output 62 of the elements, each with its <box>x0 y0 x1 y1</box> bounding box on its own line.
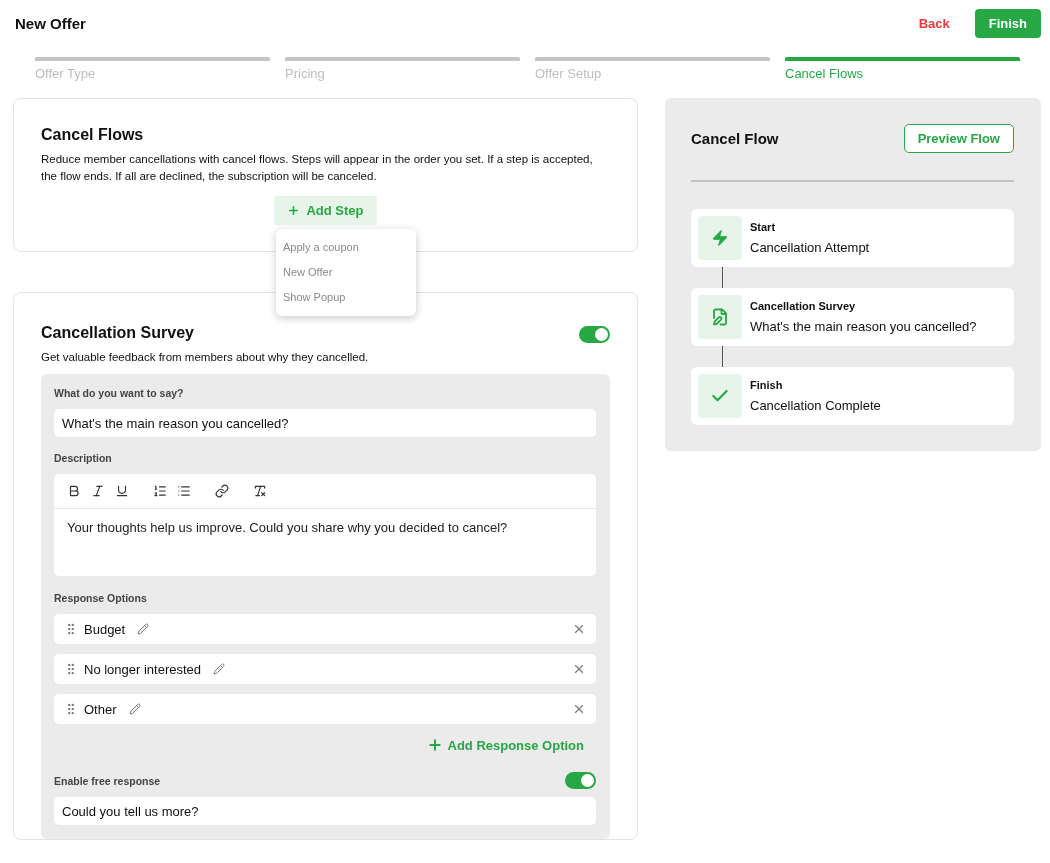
step-text: Cancellation Complete <box>750 398 881 413</box>
menu-item[interactable]: Show Popup <box>276 285 416 310</box>
flow-step-card[interactable]: Finish Cancellation Complete <box>691 367 1014 425</box>
response-option[interactable]: Other <box>54 694 596 724</box>
connector-line <box>722 346 723 367</box>
back-button[interactable]: Back <box>918 16 950 31</box>
progress-step[interactable]: Cancel Flows <box>785 57 1020 81</box>
section-description: Get valuable feedback from members about why they cancelled. <box>41 350 370 365</box>
progress-step[interactable]: Pricing <box>285 57 520 81</box>
step-text: What's the main reason you cancelled? <box>750 319 977 334</box>
pencil-icon[interactable] <box>213 663 226 675</box>
input-field[interactable]: Could you tell us more? <box>54 797 596 825</box>
menu-item[interactable]: Apply a coupon <box>276 235 416 260</box>
step-text: Cancellation Attempt <box>750 240 870 255</box>
editor-text: Your thoughts help us improve. Could you share why you decided to cancel? <box>66 519 509 537</box>
flow-step-card[interactable]: Start Cancellation Attempt <box>691 209 1014 267</box>
bullet-list-icon[interactable] <box>177 484 191 498</box>
section-title: Cancellation Survey <box>41 324 194 342</box>
field-label: Response Options <box>54 592 148 604</box>
pencil-icon[interactable] <box>128 703 141 715</box>
bold-icon[interactable] <box>67 484 81 498</box>
menu-item[interactable]: New Offer <box>276 260 416 285</box>
close-icon[interactable] <box>572 622 586 636</box>
plus-icon <box>287 204 301 217</box>
toggle-switch[interactable] <box>579 326 610 343</box>
field-label: What do you want to say? <box>54 387 185 399</box>
panel-title: Cancel Flow <box>691 130 779 147</box>
add-step-button[interactable]: Add Step <box>274 196 377 225</box>
field-label: Enable free response <box>54 774 161 787</box>
italic-icon[interactable] <box>91 484 105 498</box>
underline-icon[interactable] <box>115 484 129 498</box>
progress-step[interactable]: Offer Type <box>35 57 270 81</box>
option-text: Other <box>84 701 117 717</box>
numbered-list-icon[interactable] <box>153 484 167 498</box>
input-field[interactable]: What's the main reason you cancelled? <box>54 409 596 437</box>
clear-format-icon[interactable] <box>253 484 267 498</box>
option-text: No longer interested <box>84 661 202 677</box>
close-icon[interactable] <box>572 662 586 676</box>
option-text: Budget <box>84 621 126 637</box>
step-title: Finish <box>750 379 784 391</box>
step-title: Start <box>750 221 777 233</box>
close-icon[interactable] <box>572 702 586 716</box>
plus-icon <box>426 737 443 753</box>
toggle-switch[interactable] <box>565 772 596 789</box>
lightning-icon <box>711 229 729 247</box>
page-title: New Offer <box>15 15 86 32</box>
finish-button[interactable]: Finish <box>974 9 1041 38</box>
add-response-option-button[interactable]: Add Response Option <box>426 737 596 753</box>
section-title: Cancel Flows <box>41 126 145 144</box>
section-description: Reduce member cancellations with cancel flows. Steps will appear in the order you set. If a step is accepted, the flow ends. If all are declined, the subscription will be canceled. <box>41 152 594 184</box>
document-edit-icon <box>711 308 729 326</box>
link-icon[interactable] <box>215 484 229 498</box>
field-label: Description <box>54 452 113 464</box>
response-option[interactable]: No longer interested <box>54 654 596 684</box>
connector-line <box>722 267 723 288</box>
step-title: Cancellation Survey <box>750 300 857 312</box>
flow-step-card[interactable]: Cancellation Survey What's the main reason you cancelled? <box>691 288 1014 346</box>
preview-flow-button[interactable]: Preview Flow <box>903 124 1014 153</box>
progress-step[interactable]: Offer Setup <box>535 57 770 81</box>
response-option[interactable]: Budget <box>54 614 596 644</box>
rich-text-editor[interactable]: Your thoughts help us improve. Could you share why you decided to cancel? <box>54 474 596 576</box>
pencil-icon[interactable] <box>137 623 150 635</box>
